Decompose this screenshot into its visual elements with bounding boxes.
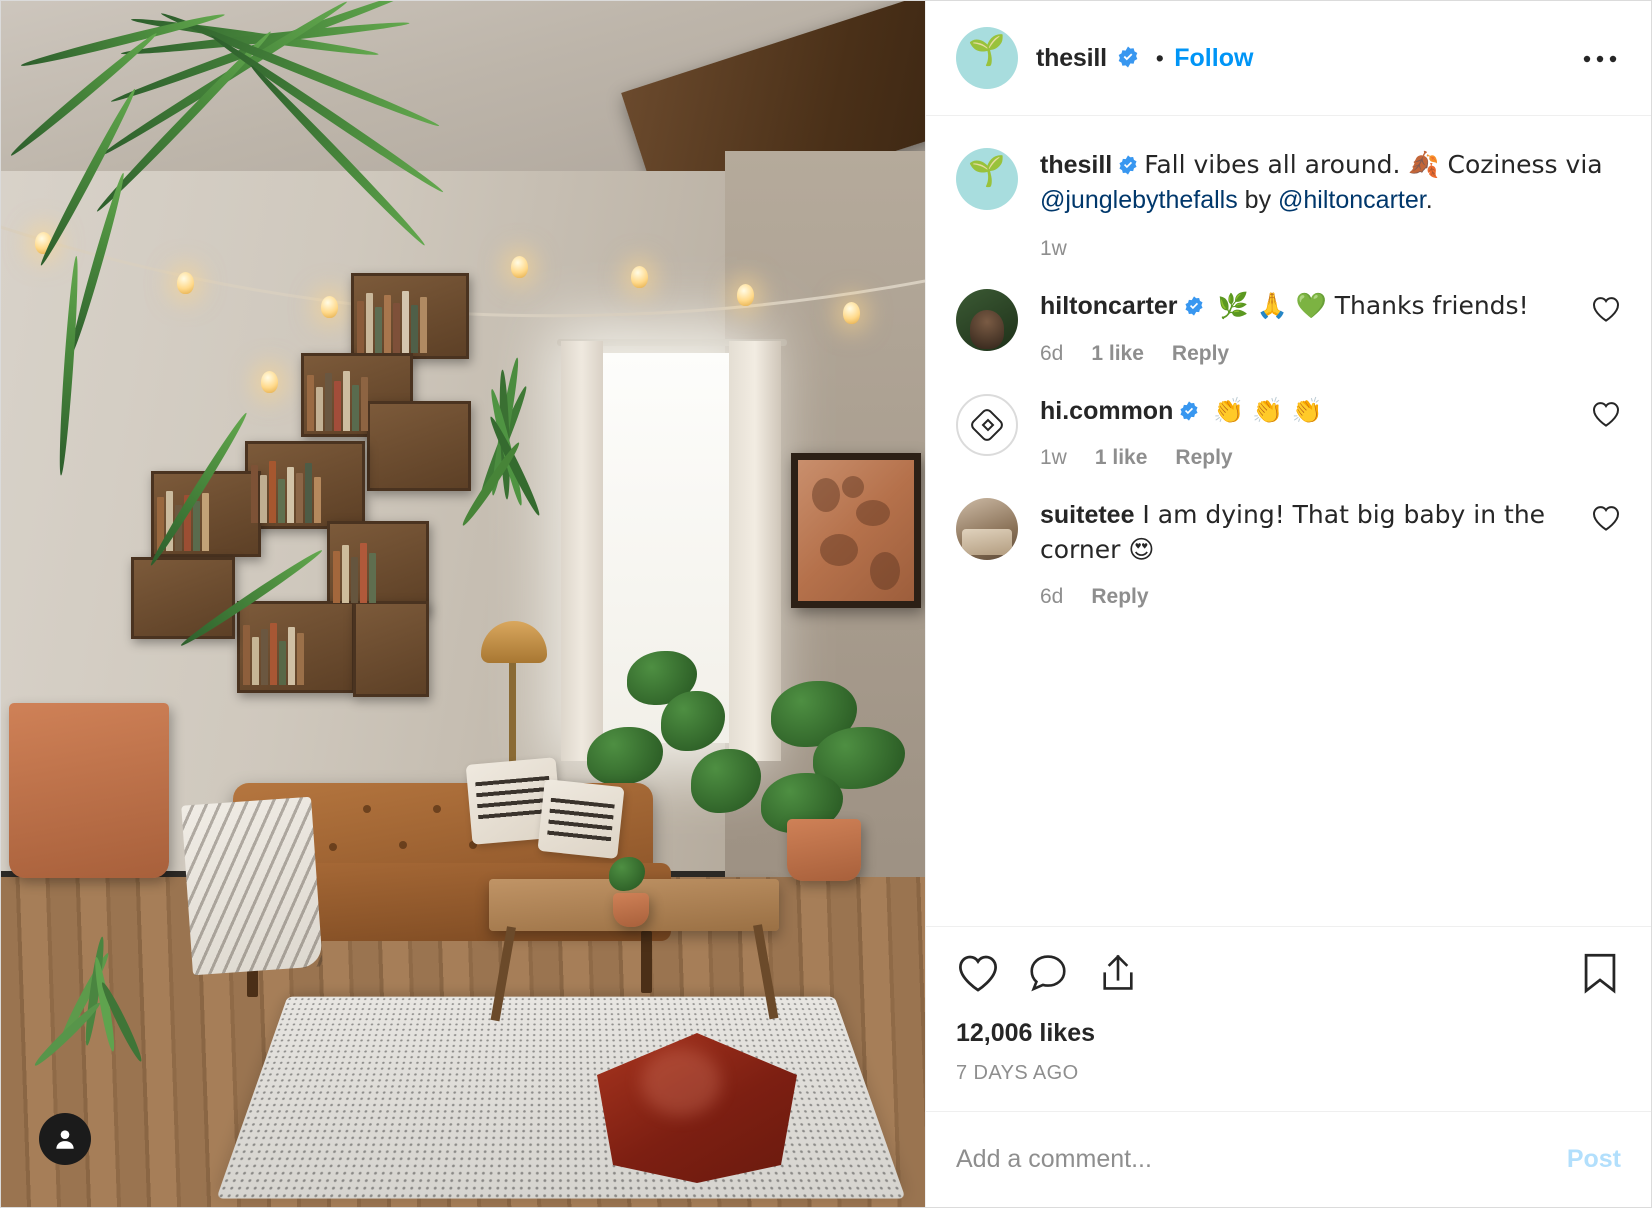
comment-likes[interactable]: 1 like bbox=[1095, 446, 1148, 470]
comment-username[interactable]: hi.common bbox=[1040, 397, 1173, 425]
comment-like-icon[interactable] bbox=[1591, 289, 1621, 328]
post-actions: 12,006 likes 7 DAYS AGO bbox=[926, 926, 1651, 1111]
share-button[interactable] bbox=[1096, 952, 1140, 994]
comment-meta: 6d Reply bbox=[1040, 585, 1569, 609]
comment-message: 🌿 🙏 💚 Thanks friends! bbox=[1210, 291, 1529, 320]
post-comment-button[interactable]: Post bbox=[1567, 1145, 1621, 1174]
post-sidebar: 🌱 thesill • Follow 🌱 thesill Fall vibes … bbox=[925, 1, 1651, 1207]
caption-username[interactable]: thesill bbox=[1040, 151, 1112, 179]
comment-message: 👏 👏 👏 bbox=[1205, 396, 1322, 425]
comment-text: suitetee I am dying! That big baby in th… bbox=[1040, 498, 1569, 567]
comment-text: hiltoncarter 🌿 🙏 💚 Thanks friends! bbox=[1040, 289, 1569, 324]
caption-text: thesill Fall vibes all around. 🍂 Coziness… bbox=[1040, 148, 1621, 217]
add-comment-bar: Post bbox=[926, 1111, 1651, 1207]
books bbox=[357, 287, 463, 353]
avatar[interactable] bbox=[956, 394, 1018, 456]
caption-text-1: Fall vibes all around. 🍂 Coziness via bbox=[1144, 150, 1602, 179]
comment-avatar-wrap bbox=[956, 394, 1018, 456]
comment-avatar-wrap bbox=[956, 498, 1018, 560]
avatar-plant-icon: 🌱 bbox=[968, 157, 1005, 187]
comment-reply-button[interactable]: Reply bbox=[1172, 342, 1229, 366]
books bbox=[333, 539, 425, 603]
caption-timestamp: 1w bbox=[1040, 237, 1621, 261]
action-icon-row bbox=[956, 951, 1621, 995]
comment-timestamp: 6d bbox=[1040, 342, 1063, 366]
post-photo[interactable] bbox=[1, 1, 925, 1207]
avatar[interactable]: 🌱 bbox=[956, 148, 1018, 210]
comment-body: hiltoncarter 🌿 🙏 💚 Thanks friends! 6d 1 … bbox=[1040, 289, 1569, 366]
throw-pillow bbox=[537, 779, 624, 859]
bookshelf bbox=[131, 557, 235, 639]
comment-row: suitetee I am dying! That big baby in th… bbox=[926, 470, 1651, 609]
comment-reply-button[interactable]: Reply bbox=[1175, 446, 1232, 470]
curtain-left bbox=[561, 341, 603, 761]
save-button[interactable] bbox=[1579, 951, 1621, 995]
comment-meta: 1w 1 like Reply bbox=[1040, 446, 1569, 470]
comment-timestamp: 6d bbox=[1040, 585, 1063, 609]
comment-input[interactable] bbox=[956, 1145, 1567, 1174]
caption-text-3: . bbox=[1426, 186, 1433, 214]
plant-pot bbox=[787, 819, 861, 881]
throw-blanket bbox=[181, 797, 323, 976]
comment-avatar-wrap bbox=[956, 289, 1018, 351]
avatar[interactable] bbox=[956, 289, 1018, 351]
more-options-icon[interactable] bbox=[1579, 43, 1621, 74]
comment-like-icon[interactable] bbox=[1591, 394, 1621, 433]
header-username[interactable]: thesill bbox=[1036, 44, 1107, 72]
caption-mention-2[interactable]: @hiltoncarter bbox=[1278, 186, 1426, 214]
instagram-post: 🌱 thesill • Follow 🌱 thesill Fall vibes … bbox=[0, 0, 1652, 1208]
comment-username[interactable]: suitetee bbox=[1040, 501, 1134, 529]
header-separator: • bbox=[1156, 45, 1164, 71]
verified-badge-icon bbox=[1116, 45, 1140, 69]
caption-row: 🌱 thesill Fall vibes all around. 🍂 Cozine… bbox=[926, 116, 1651, 261]
post-header: 🌱 thesill • Follow bbox=[926, 1, 1651, 116]
comment-body: hi.common 👏 👏 👏 1w 1 like Reply bbox=[1040, 394, 1569, 471]
comment-reply-button[interactable]: Reply bbox=[1091, 585, 1148, 609]
verified-badge-icon bbox=[1178, 400, 1200, 422]
caption-text-2: by bbox=[1238, 186, 1278, 214]
comment-like-icon[interactable] bbox=[1591, 498, 1621, 537]
curtain-right bbox=[729, 341, 781, 761]
books bbox=[307, 367, 407, 431]
sofa-leg bbox=[641, 931, 652, 993]
follow-button[interactable]: Follow bbox=[1174, 44, 1253, 72]
header-username-row: thesill • Follow bbox=[1036, 44, 1253, 73]
caption-mention-1[interactable]: @junglebythefalls bbox=[1040, 186, 1238, 214]
profile-badge-icon[interactable] bbox=[39, 1113, 91, 1165]
comment-body: suitetee I am dying! That big baby in th… bbox=[1040, 498, 1569, 609]
small-pot bbox=[613, 893, 649, 927]
likes-count[interactable]: 12,006 likes bbox=[956, 1019, 1621, 1048]
books bbox=[157, 487, 257, 551]
framed-artwork bbox=[791, 453, 921, 608]
comment-button[interactable] bbox=[1026, 952, 1070, 994]
caption-body: thesill Fall vibes all around. 🍂 Coziness… bbox=[1040, 148, 1621, 261]
comment-text: hi.common 👏 👏 👏 bbox=[1040, 394, 1569, 429]
bookshelf bbox=[353, 601, 429, 697]
books bbox=[243, 617, 353, 685]
avatar[interactable]: 🌱 bbox=[956, 27, 1018, 89]
avatar-plant-icon: 🌱 bbox=[968, 36, 1005, 66]
post-timestamp: 7 DAYS AGO bbox=[956, 1062, 1621, 1111]
avatar[interactable] bbox=[956, 498, 1018, 560]
comment-username[interactable]: hiltoncarter bbox=[1040, 292, 1178, 320]
comment-row: hiltoncarter 🌿 🙏 💚 Thanks friends! 6d 1 … bbox=[926, 261, 1651, 366]
comment-likes[interactable]: 1 like bbox=[1091, 342, 1144, 366]
comments-list[interactable]: 🌱 thesill Fall vibes all around. 🍂 Cozine… bbox=[926, 116, 1651, 926]
comment-meta: 6d 1 like Reply bbox=[1040, 342, 1569, 366]
comment-row: hi.common 👏 👏 👏 1w 1 like Reply bbox=[926, 366, 1651, 471]
terracotta-pot bbox=[9, 703, 169, 878]
area-rug bbox=[216, 997, 905, 1199]
caption-avatar-wrap: 🌱 bbox=[956, 148, 1018, 210]
books bbox=[251, 457, 361, 523]
like-button[interactable] bbox=[956, 952, 1000, 994]
verified-badge-icon bbox=[1183, 295, 1205, 317]
photo-scene bbox=[1, 1, 925, 1207]
verified-badge-icon bbox=[1117, 154, 1139, 176]
comment-timestamp: 1w bbox=[1040, 446, 1067, 470]
